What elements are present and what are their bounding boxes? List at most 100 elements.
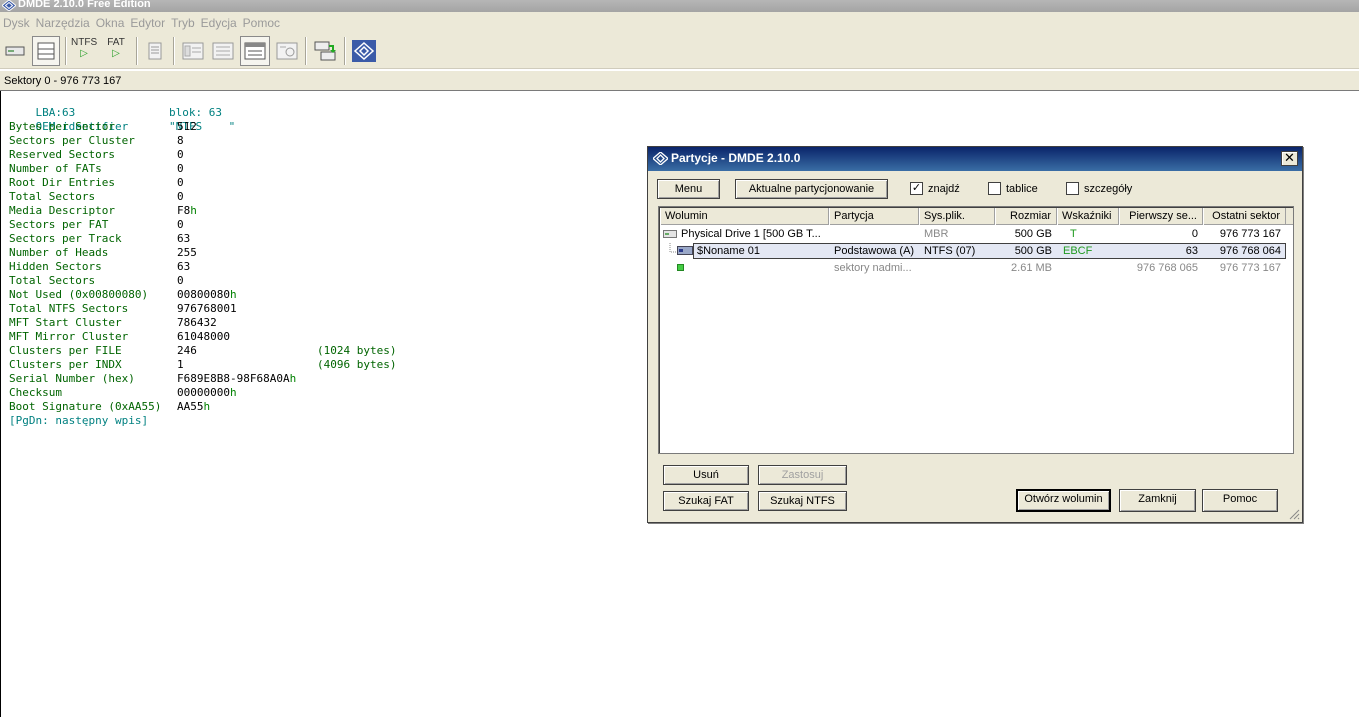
field-value-text: 61048000 xyxy=(177,330,230,343)
field-value: 00000000h xyxy=(177,386,237,400)
field-key: Hidden Sectors xyxy=(9,260,102,273)
toolbar-partitions-button[interactable] xyxy=(32,36,60,66)
row-volume: Physical Drive 1 [500 GB T... xyxy=(681,228,821,240)
field-key: Clusters per INDX xyxy=(9,358,122,371)
row-first-sector: 0 xyxy=(1191,228,1198,240)
toolbar-view-2-button[interactable] xyxy=(210,36,236,66)
column-size[interactable]: Rozmiar xyxy=(995,208,1057,225)
row-flags: EBCF xyxy=(1063,245,1093,257)
resize-grip-icon[interactable] xyxy=(1288,508,1300,520)
field-value: 63 xyxy=(177,232,190,246)
search-ntfs-button[interactable]: Szukaj NTFS xyxy=(758,491,847,511)
column-volume[interactable]: Wolumin xyxy=(660,208,829,225)
row-volume: $Noname 01 xyxy=(697,245,760,257)
tables-checkbox[interactable]: tablice xyxy=(988,182,1038,195)
menu-narzedzia[interactable]: Narzędzia xyxy=(36,16,94,30)
tables-checkbox-box[interactable] xyxy=(988,182,1001,195)
field-value-text: 0 xyxy=(177,190,184,203)
partition-icon xyxy=(677,246,693,255)
dialog-title-bar[interactable]: Partycje - DMDE 2.10.0 ✕ xyxy=(648,147,1302,171)
field-value: 0 xyxy=(177,148,184,162)
toolbar-disk-button[interactable] xyxy=(3,36,27,66)
field-value-text: 63 xyxy=(177,260,191,273)
field-value-text: F689E8B8-98F68A0A xyxy=(177,372,290,385)
field-key: Media Descriptor xyxy=(9,204,115,217)
field-value: 0 xyxy=(177,274,184,288)
help-button[interactable]: Pomoc xyxy=(1202,489,1278,512)
find-checkbox-box[interactable]: ✓ xyxy=(910,182,923,195)
row-filesystem: NTFS (07) xyxy=(924,245,976,257)
menu-tryb[interactable]: Tryb xyxy=(171,16,199,30)
row-last-sector: 976 773 167 xyxy=(1219,228,1281,240)
field-value-text: 0 xyxy=(177,162,184,175)
field-value: 0 xyxy=(177,190,184,204)
toolbar-fat-button[interactable]: FAT ▷ xyxy=(104,37,128,59)
files-icon xyxy=(148,42,162,60)
search-fat-button[interactable]: Szukaj FAT xyxy=(663,491,749,511)
fat-play-icon: ▷ xyxy=(112,48,120,59)
field-row: Sectors per Cluster 8 xyxy=(9,134,184,148)
details-checkbox-box[interactable] xyxy=(1066,182,1079,195)
apply-button[interactable]: Zastosuj xyxy=(758,465,847,485)
partition-row[interactable]: sektory nadmi... 2.61 MB 976 768 065 976… xyxy=(660,260,1293,276)
dmde-logo-icon xyxy=(653,152,668,165)
current-partitioning-button[interactable]: Aktualne partycjonowanie xyxy=(735,179,888,199)
field-row: Sectors per Track 63 xyxy=(9,232,190,246)
toolbar-view-4-button[interactable] xyxy=(274,36,300,66)
hex-suffix: h xyxy=(229,288,237,301)
field-row: Clusters per FILE 246 (1024 bytes) xyxy=(9,344,396,358)
field-value-text: F8 xyxy=(177,204,191,217)
lba-line: LBA:63 blok: 63 xyxy=(9,92,222,119)
toolbar-files-button[interactable] xyxy=(143,36,167,66)
menu-pomoc[interactable]: Pomoc xyxy=(243,16,284,30)
pgdn-hint[interactable]: [PgDn: następny wpis] xyxy=(9,414,148,428)
details-checkbox[interactable]: szczegóły xyxy=(1066,182,1132,195)
view-table-icon xyxy=(244,42,266,60)
delete-button[interactable]: Usuń xyxy=(663,465,749,485)
field-row: Sectors per FAT 0 xyxy=(9,218,184,232)
hex-suffix: h xyxy=(203,400,211,413)
find-checkbox[interactable]: ✓ znajdź xyxy=(910,182,960,195)
row-filesystem xyxy=(924,260,994,276)
partition-row[interactable]: Physical Drive 1 [500 GB T... MBR 500 GB… xyxy=(660,226,1293,242)
field-row: MFT Start Cluster 786432 xyxy=(9,316,217,330)
menu-dysk[interactable]: Dysk xyxy=(3,16,34,30)
field-value: F8h xyxy=(177,204,197,218)
field-key: Total Sectors xyxy=(9,190,96,203)
close-icon[interactable]: ✕ xyxy=(1281,151,1298,166)
toolbar-copy-button[interactable] xyxy=(311,36,339,66)
column-first-sector[interactable]: Pierwszy se... xyxy=(1119,208,1203,225)
menu-edytor[interactable]: Edytor xyxy=(130,16,169,30)
field-value-text: AA55 xyxy=(177,400,204,413)
column-partition[interactable]: Partycja xyxy=(829,208,919,225)
find-checkbox-label: znajdź xyxy=(928,182,960,195)
tables-checkbox-label: tablice xyxy=(1006,182,1038,195)
partition-row-selected[interactable]: $Noname 01 Podstawowa (A) NTFS (07) 500 … xyxy=(660,243,1293,259)
toolbar-view-1-button[interactable] xyxy=(180,36,206,66)
toolbar-view-3-button[interactable] xyxy=(240,36,270,66)
field-value-text: 0 xyxy=(177,274,184,287)
partition-list[interactable]: Wolumin Partycja Sys.plik. Rozmiar Wskaź… xyxy=(658,206,1294,454)
fat-label: FAT xyxy=(107,37,125,48)
field-value-text: 976768001 xyxy=(177,302,237,315)
row-size: 2.61 MB xyxy=(1011,262,1052,274)
window-title-bar: DMDE 2.10.0 Free Edition xyxy=(0,0,1359,12)
column-filesystem[interactable]: Sys.plik. xyxy=(919,208,995,225)
field-row: Reserved Sectors 0 xyxy=(9,148,184,162)
toolbar-ntfs-button[interactable]: NTFS ▷ xyxy=(71,37,97,59)
menu-okna[interactable]: Okna xyxy=(96,16,129,30)
close-button[interactable]: Zamknij xyxy=(1119,489,1196,512)
menu-button[interactable]: Menu xyxy=(657,179,720,199)
field-value: 63 xyxy=(177,260,190,274)
field-value: 0 xyxy=(177,218,184,232)
toolbar-about-button[interactable] xyxy=(351,36,377,66)
toolbar-separator xyxy=(136,37,138,65)
open-volume-button[interactable]: Otwórz wolumin xyxy=(1016,489,1111,512)
field-value-text: 00000000 xyxy=(177,386,230,399)
view-list-icon xyxy=(212,42,234,60)
field-value-text: 255 xyxy=(177,246,197,259)
column-flags[interactable]: Wskaźniki xyxy=(1057,208,1119,225)
column-last-sector[interactable]: Ostatni sektor xyxy=(1203,208,1286,225)
menu-edycja[interactable]: Edycja xyxy=(201,16,241,30)
field-key: Serial Number (hex) xyxy=(9,372,135,385)
